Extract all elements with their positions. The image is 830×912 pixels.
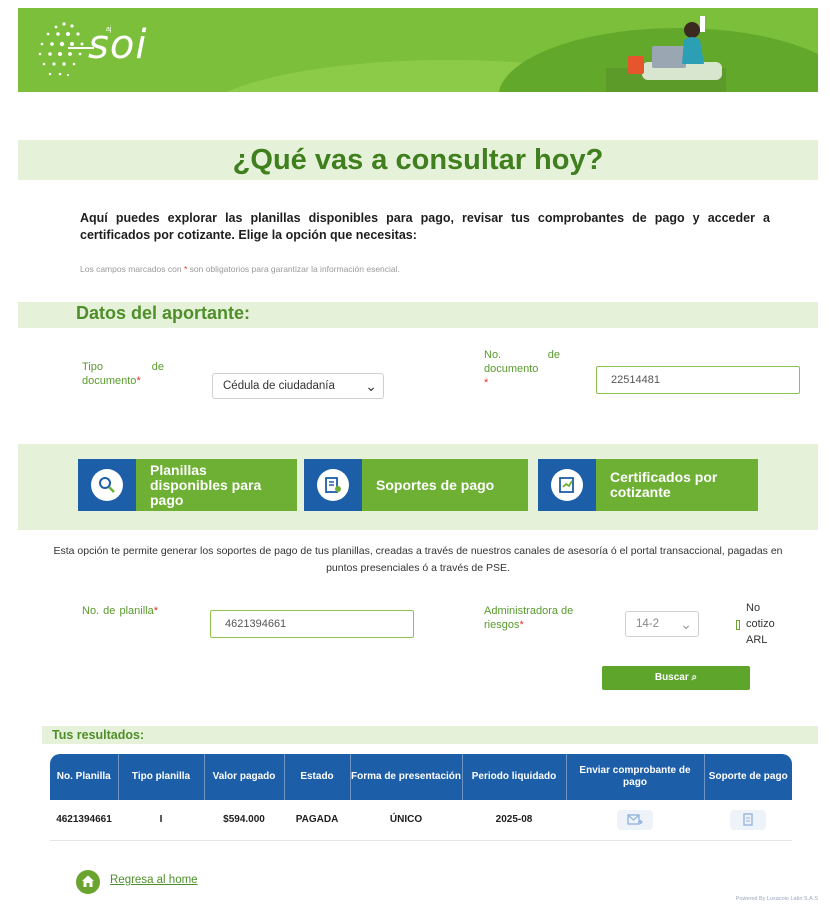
col-header: Enviar comprobante de pago: [566, 754, 705, 800]
cell-tipo: I: [118, 800, 204, 841]
search-button[interactable]: Buscar ⌕: [602, 666, 750, 690]
logo-dots-icon: [38, 22, 94, 77]
no-cotizo-checkbox[interactable]: [736, 620, 740, 630]
soportes-description: Esta opción te permite generar los sopor…: [53, 545, 783, 574]
home-link[interactable]: Regresa al home: [110, 874, 198, 886]
cell-periodo: 2025-08: [462, 800, 566, 841]
chevron-down-icon: ⌄: [680, 616, 692, 632]
required-note: Los campos marcados con * son obligatori…: [80, 264, 400, 274]
aportante-title: Datos del aportante:: [76, 303, 251, 323]
header-banner: aj SOI: [18, 8, 818, 92]
powered-by: Powered By Luxacoio Latin S.A.S: [735, 896, 818, 902]
home-button[interactable]: [76, 870, 100, 894]
search-icon: ⌕: [691, 672, 698, 683]
cell-soporte: [704, 800, 792, 841]
col-header: Soporte de pago: [704, 754, 792, 800]
certificate-icon: [551, 469, 583, 501]
cell-forma: ÚNICO: [350, 800, 462, 841]
col-header: No. Planilla: [50, 754, 119, 800]
results-title: Tus resultados:: [52, 728, 145, 742]
col-header: Tipo planilla: [118, 754, 205, 800]
col-header: Periodo liquidado: [462, 754, 567, 800]
arl-select[interactable]: 14-2 ⌄: [625, 611, 699, 637]
col-header: Estado: [284, 754, 351, 800]
col-header: Forma de presentación: [350, 754, 463, 800]
send-email-button[interactable]: [617, 809, 653, 830]
planilla-label: No. de planilla*: [82, 605, 158, 617]
envelope-icon: [627, 814, 643, 825]
download-support-button[interactable]: [730, 809, 766, 830]
document-icon: [743, 813, 753, 826]
arl-label: Administradora de riesgos*: [484, 605, 574, 631]
certificados-cotizante-button[interactable]: Certificados por cotizante: [538, 459, 758, 511]
planilla-input[interactable]: 4621394661: [210, 610, 414, 638]
numero-documento-label: No. de documento *: [484, 349, 560, 389]
table-row: 4621394661 I $594.000 PAGADA ÚNICO 2025-…: [50, 800, 792, 841]
intro-text: Aquí puedes explorar las planillas dispo…: [80, 211, 770, 242]
soportes-pago-button[interactable]: Soportes de pago: [304, 459, 528, 511]
numero-documento-input[interactable]: 22514481: [596, 366, 800, 394]
planillas-disponibles-button[interactable]: Planillas disponibles para pago: [78, 459, 297, 511]
no-cotizo-label: No cotizo ARL: [746, 602, 775, 646]
hero-illustration-icon: [606, 16, 726, 92]
chevron-down-icon: ⌄: [365, 378, 377, 394]
cell-valor: $594.000: [204, 800, 284, 841]
cell-enviar: [566, 800, 704, 841]
col-header: Valor pagado: [204, 754, 285, 800]
tipo-documento-select[interactable]: Cédula de ciudadanía ⌄: [212, 373, 384, 399]
page-title: ¿Qué vas a consultar hoy?: [232, 144, 604, 176]
tipo-documento-label: Tipo de documento*: [82, 361, 164, 387]
receipt-icon: [317, 469, 349, 501]
cell-planilla: 4621394661: [50, 800, 118, 841]
logo: SOI: [88, 22, 148, 68]
page-frame: aj SOI ¿Qué vas a consultar hoy? Aquí pu…: [18, 8, 818, 894]
results-table: No. Planilla Tipo planilla Valor pagado …: [50, 754, 792, 841]
results-band: [42, 726, 818, 744]
search-document-icon: [91, 469, 123, 501]
cell-estado: PAGADA: [284, 800, 350, 841]
home-icon: [82, 875, 94, 887]
